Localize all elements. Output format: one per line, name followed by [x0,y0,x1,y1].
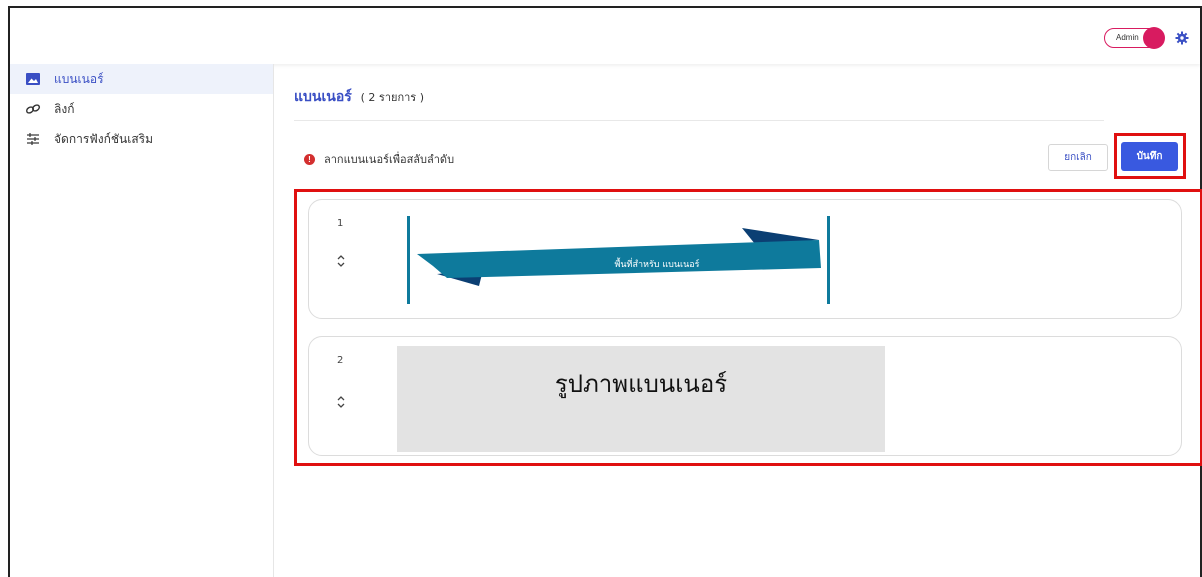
reorder-hint: ! ลากแบนเนอร์เพื่อสลับลำดับ [304,150,454,168]
drag-sort-icon[interactable] [334,252,348,270]
drag-sort-icon[interactable] [334,393,348,411]
gear-icon[interactable] [1174,30,1190,46]
banner-order: 2 [337,355,344,366]
sidebar-item-addons[interactable]: จัดการฟังก์ชันเสริม [10,124,273,154]
banner-image-text: รูปภาพแบนเนอร์ [554,370,728,398]
save-button[interactable]: บันทึก [1121,142,1178,171]
alert-icon: ! [304,153,315,165]
banner-image: พื้นที่สำหรับ แบนเนอร์ [407,216,831,304]
page-title: แบนเนอร์ ( 2 รายการ ) [294,86,424,108]
sidebar-item-label: แบนเนอร์ [54,71,104,86]
sidebar-item-label: ลิงก์ [54,101,75,116]
cancel-button[interactable]: ยกเลิก [1048,144,1108,171]
hint-text: ลากแบนเนอร์เพื่อสลับลำดับ [324,153,455,166]
page-title-text: แบนเนอร์ [294,89,352,105]
sidebar: แบนเนอร์ ลิงก์ จัดการฟังก์ชันเสริม [10,64,274,577]
sidebar-item-link[interactable]: ลิงก์ [10,94,273,124]
image-icon [24,70,42,88]
main-content: แบนเนอร์ ( 2 รายการ ) ! ลากแบนเนอร์เพื่อ… [274,64,1202,577]
banner-card[interactable]: 2 รูปภาพแบนเนอร์ [308,336,1182,456]
sidebar-item-banner[interactable]: แบนเนอร์ [10,64,273,94]
toggle-knob [1143,27,1165,49]
divider [294,120,1104,121]
sliders-icon [24,130,42,148]
sidebar-item-label: จัดการฟังก์ชันเสริม [54,131,154,146]
admin-toggle-label: Admin [1116,33,1139,42]
banner-image-text: พื้นที่สำหรับ แบนเนอร์ [614,260,700,270]
banner-image: รูปภาพแบนเนอร์ [397,346,885,452]
item-count: ( 2 รายการ ) [360,91,424,104]
banner-card[interactable]: 1 พื้นที่สำหรับ แบนเนอร์ [308,199,1182,319]
banner-order: 1 [337,218,344,229]
admin-toggle[interactable]: Admin [1104,27,1165,49]
link-icon [24,100,42,118]
app-window: Admin แบนเนอร์ ลิงก์ จัดการฟังก์ชันเสริม… [8,6,1202,577]
top-bar: Admin [10,8,1200,64]
